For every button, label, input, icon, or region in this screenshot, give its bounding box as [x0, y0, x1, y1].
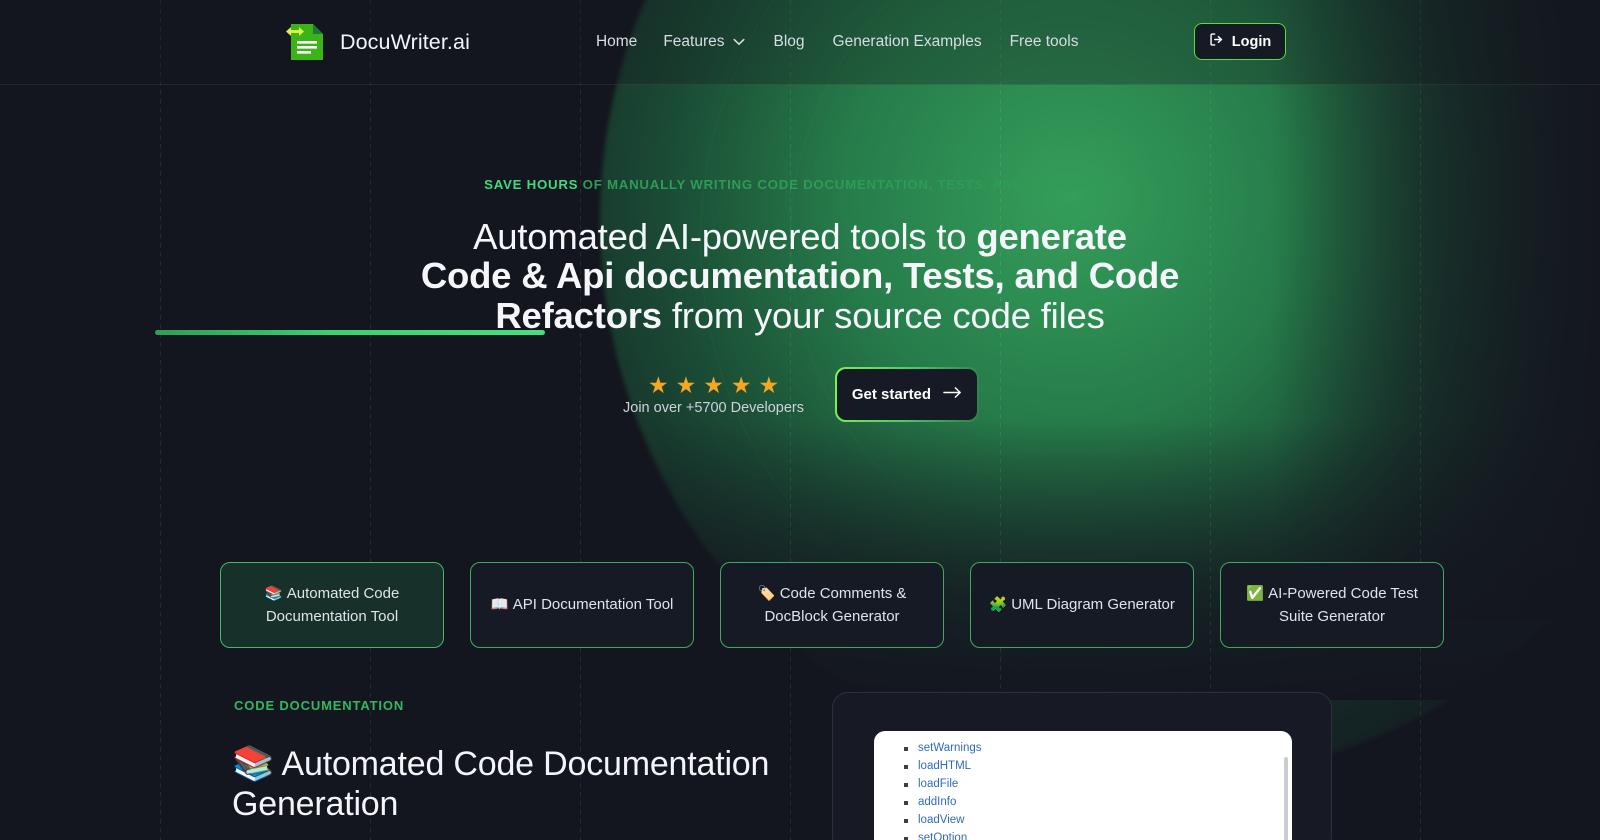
headline-normal-3: from your source code files: [661, 294, 1105, 336]
star-icon: ★: [758, 371, 780, 398]
nav-item-label: Generation Examples: [832, 33, 982, 50]
headline-bold-1: generate: [976, 216, 1127, 257]
tool-card-code-comments-docblock-generator[interactable]: 🏷️ Code Comments & DocBlock Generator: [720, 562, 944, 648]
brand-logo[interactable]: DocuWriter.ai: [283, 18, 470, 66]
hero-headline: Automated AI-powered tools to generate C…: [0, 217, 1600, 335]
tool-card-label: 🧩 UML Diagram Generator: [989, 596, 1175, 614]
chevron-down-icon: [733, 33, 746, 51]
tool-card-label: 📖 API Documentation Tool: [490, 596, 674, 614]
login-icon: [1209, 32, 1224, 51]
nav-item-label: Home: [595, 33, 638, 50]
nav-item-label: Features: [663, 33, 725, 50]
tool-card-label: 📚 Automated Code Documentation Tool: [264, 584, 400, 626]
glow-fade-bottom: [560, 420, 1600, 700]
section-eyebrow: CODE DOCUMENTATION: [234, 698, 405, 713]
method-link[interactable]: loadView: [904, 814, 1292, 827]
get-started-label: Get started: [851, 386, 932, 404]
star-icon: ★: [730, 371, 752, 398]
get-started-button[interactable]: Get started: [835, 367, 979, 423]
tool-card-label: 🏷️ Code Comments & DocBlock Generator: [757, 584, 907, 626]
star-icon: ★: [647, 371, 669, 398]
books-icon: 📚: [232, 745, 275, 783]
hero-eyebrow-highlight: SAVE HOURS: [484, 177, 579, 192]
nav-item-label: Free tools: [1009, 33, 1079, 50]
puzzle-piece-icon: 🧩: [989, 597, 1012, 614]
login-button[interactable]: Login: [1194, 23, 1286, 60]
tool-cards-row: 📚 Automated Code Documentation Tool 📖 API…: [220, 562, 1444, 648]
section-title-text: Automated Code Documentation Generation: [232, 745, 770, 823]
method-link-list: setWarnings loadHTML loadFile addInfo loadVi…: [874, 731, 1292, 840]
scrollbar-thumb[interactable]: [1284, 757, 1288, 840]
site-header: DocuWriter.ai Home Features Blog Generation…: [0, 0, 1600, 85]
check-mark-icon: ✅: [1246, 585, 1269, 602]
section-title: 📚 Automated Code Documentation Generatio…: [232, 745, 792, 825]
nav-item-free-tools[interactable]: Free tools: [1010, 25, 1079, 59]
headline-underline-accent: [155, 329, 545, 335]
code-preview-panel: setWarnings loadHTML loadFile addInfo loadVi…: [832, 692, 1332, 840]
star-icon: ★: [675, 371, 697, 398]
nav-item-blog[interactable]: Blog: [773, 25, 804, 59]
main-navigation: Home Features Blog Generation Examples Free …: [596, 25, 1079, 59]
headline-line-2: Code & Api documentation, Tests, and Cod…: [0, 256, 1600, 295]
method-link[interactable]: addInfo: [904, 796, 1292, 809]
star-icon: ★: [703, 371, 724, 398]
headline-line-1: Automated AI-powered tools to generate: [0, 217, 1600, 256]
label-tag-icon: 🏷️: [757, 585, 780, 602]
brand-name: DocuWriter.ai: [340, 29, 470, 54]
headline-line-3: Refactors from your source code files: [0, 296, 1600, 335]
hero-eyebrow: SAVE HOURS OF MANUALLY WRITING CODE DOCU…: [0, 177, 1600, 192]
rating-label: Join over +5700 Developers: [623, 399, 804, 416]
books-icon: 📚: [264, 585, 287, 602]
nav-item-generation-examples[interactable]: Generation Examples: [833, 25, 982, 59]
tool-card-ai-powered-code-test-suite-generator[interactable]: ✅ AI-Powered Code Test Suite Generator: [1220, 562, 1444, 648]
tool-card-label: ✅ AI-Powered Code Test Suite Generator: [1246, 584, 1418, 626]
method-link[interactable]: setWarnings: [904, 742, 1292, 755]
headline-normal-1: Automated AI-powered tools to: [473, 216, 977, 257]
nav-item-home[interactable]: Home: [596, 25, 637, 59]
method-link[interactable]: setOption: [904, 832, 1292, 840]
tool-card-uml-diagram-generator[interactable]: 🧩 UML Diagram Generator: [970, 562, 1194, 648]
method-link[interactable]: loadFile: [904, 778, 1292, 791]
hero-cta-row: ★ ★ ★ ★ ★ Join over +5700 Developers Get sta…: [0, 367, 1600, 423]
arrow-right-icon: [943, 386, 962, 403]
hero-section: SAVE HOURS OF MANUALLY WRITING CODE DOCU…: [0, 85, 1600, 423]
login-label: Login: [1231, 33, 1272, 50]
nav-item-features[interactable]: Features: [663, 25, 746, 59]
nav-item-label: Blog: [773, 33, 805, 50]
method-link[interactable]: loadHTML: [904, 760, 1292, 773]
star-rating: ★ ★ ★ ★ ★: [647, 371, 780, 398]
open-book-icon: 📖: [490, 597, 513, 614]
social-proof-rating: ★ ★ ★ ★ ★ Join over +5700 Developers: [623, 371, 804, 416]
tool-card-automated-code-documentation-tool[interactable]: 📚 Automated Code Documentation Tool: [220, 562, 444, 648]
headline-bold-2: Code & Api documentation, Tests, and Cod…: [420, 255, 1180, 297]
document-code-logo-icon: [283, 18, 327, 66]
hero-eyebrow-rest: OF MANUALLY WRITING CODE DOCUMENTATION, …: [578, 177, 1116, 192]
tool-card-api-documentation-tool[interactable]: 📖 API Documentation Tool: [470, 562, 694, 648]
documentation-card: setWarnings loadHTML loadFile addInfo loadVi…: [874, 731, 1292, 840]
